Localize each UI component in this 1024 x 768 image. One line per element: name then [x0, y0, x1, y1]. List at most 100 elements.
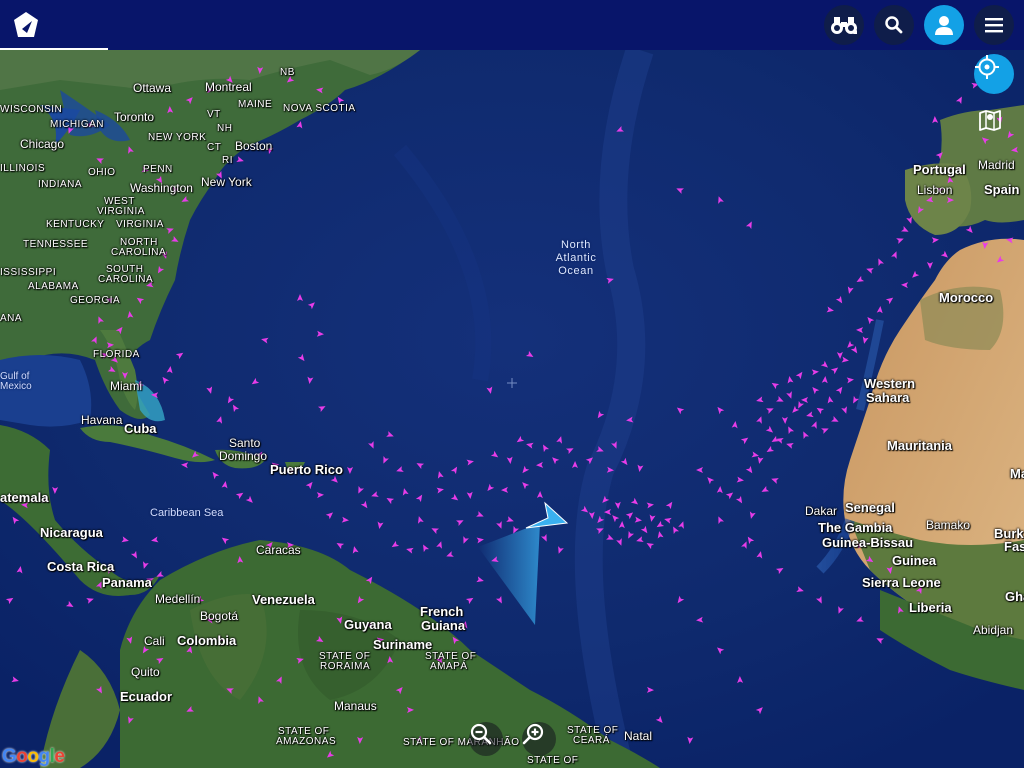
label-ri: RI: [222, 155, 233, 166]
label-manaus: Manaus: [334, 699, 377, 713]
label-nb: NB: [280, 67, 295, 78]
label-amapa: AMAPÁ: [430, 661, 468, 672]
binoculars-icon: [831, 17, 857, 34]
label-guiana: Guiana: [421, 618, 466, 633]
label-new-york: New York: [201, 175, 252, 189]
label-cuba: Cuba: [124, 421, 157, 436]
label-mississippi: ISSISSIPPI: [0, 267, 57, 278]
menu-button[interactable]: [974, 5, 1014, 45]
map-layers-icon: [979, 110, 1001, 131]
label-washington: Washington: [130, 181, 193, 195]
label-georgia: GEORGIA: [70, 295, 121, 306]
zoom-out-button[interactable]: [469, 722, 503, 756]
label-portugal: Portugal: [913, 162, 966, 177]
label-colombia: Colombia: [177, 633, 237, 648]
label-toronto: Toronto: [114, 110, 155, 124]
label-western: Western: [864, 376, 916, 391]
label-lisbon: Lisbon: [917, 183, 953, 197]
label-gulf-of-mexico: Gulf of Mexico: [0, 371, 32, 392]
label-dakar: Dakar: [805, 504, 838, 518]
search-icon: [885, 16, 903, 34]
label-spain: Spain: [984, 182, 1020, 197]
label-puerto-rico: Puerto Rico: [270, 462, 343, 477]
label-penn: PENN: [143, 164, 173, 175]
binoculars-button[interactable]: [824, 5, 864, 45]
label-florida: FLORIDA: [93, 349, 140, 360]
label-medellin: Medellín: [155, 592, 201, 606]
label-french: French: [420, 604, 464, 619]
label-sahara: Sahara: [866, 390, 910, 405]
label-wisconsin: WISCONSIN: [0, 104, 63, 115]
map-canvas: [0, 50, 1024, 768]
google-attribution-logo: Google: [2, 746, 65, 767]
label-nh: NH: [217, 123, 233, 134]
label-liberia: Liberia: [909, 600, 952, 615]
zoom-out-icon: [470, 723, 492, 745]
top-bar: [0, 0, 1024, 50]
label-ma: Ma: [1010, 466, 1024, 481]
label-guinea-bissau: Guinea-Bissau: [822, 535, 914, 550]
label-natal: Natal: [624, 729, 653, 743]
label-new-york-state: NEW YORK: [148, 132, 207, 143]
label-miami: Miami: [110, 379, 142, 393]
label-the-gambia: The Gambia: [818, 520, 893, 535]
label-indiana: INDIANA: [38, 179, 83, 190]
label-carolina-north: CAROLINA: [111, 247, 167, 258]
label-michigan: MICHIGAN: [50, 119, 104, 130]
label-panama: Panama: [102, 575, 152, 590]
label-faso: Fas: [1004, 539, 1024, 554]
label-alabama: ALABAMA: [28, 281, 79, 292]
label-kentucky: KENTUCKY: [46, 219, 105, 230]
label-mauritania: Mauritania: [887, 438, 953, 453]
label-nova-scotia: NOVA SCOTIA: [283, 103, 356, 114]
user-icon: [935, 16, 953, 35]
label-virginia: VIRGINIA: [116, 219, 164, 230]
label-illinois: ILLINOIS: [0, 163, 46, 174]
label-morocco: Morocco: [939, 290, 994, 305]
label-caracas: Caracas: [256, 543, 301, 557]
label-madrid: Madrid: [978, 158, 1015, 172]
label-sierra-leone: Sierra Leone: [862, 575, 941, 590]
label-virginia-west: VIRGINIA: [97, 206, 145, 217]
label-ana: ANA: [0, 313, 23, 324]
app-logo-icon[interactable]: [10, 9, 42, 41]
label-ct: CT: [207, 142, 222, 153]
label-costa-rica: Costa Rica: [47, 559, 115, 574]
hamburger-icon: [985, 18, 1003, 33]
label-boston: Boston: [235, 139, 273, 153]
profile-button[interactable]: [924, 5, 964, 45]
label-vt: VT: [207, 109, 221, 120]
search-button[interactable]: [874, 5, 914, 45]
label-quito: Quito: [131, 665, 160, 679]
label-abidjan: Abidjan: [973, 623, 1014, 637]
label-carolina-south: CAROLINA: [98, 274, 154, 285]
label-havana: Havana: [81, 413, 123, 427]
label-state-of-bottom: STATE OF: [527, 755, 579, 766]
locate-me-button[interactable]: [974, 54, 1014, 94]
label-gha: Gha: [1005, 589, 1024, 604]
crosshair-locate-icon: [975, 55, 999, 79]
label-chicago: Chicago: [20, 137, 65, 151]
label-tennessee: TENNESSEE: [23, 239, 89, 250]
label-bamako: Bamako: [926, 518, 971, 532]
label-cali: Cali: [144, 634, 165, 648]
label-roraima: RORAIMA: [320, 661, 371, 672]
label-ohio: OHIO: [88, 167, 116, 178]
label-venezuela: Venezuela: [252, 592, 315, 607]
label-suriname: Suriname: [373, 637, 433, 652]
label-montreal: Montreal: [205, 80, 252, 94]
label-amazonas: AMAZONAS: [276, 736, 337, 747]
map-view[interactable]: Ottawa Montreal NB MAINE VT NH NOVA SCOT…: [0, 50, 1024, 768]
label-north-atlantic-ocean: North Atlantic Ocean: [555, 239, 597, 277]
label-maine: MAINE: [238, 99, 273, 110]
map-layers-button[interactable]: [978, 108, 1010, 140]
zoom-in-icon: [522, 723, 544, 745]
label-santo: Santo: [229, 436, 261, 450]
label-domingo: Domingo: [219, 449, 268, 463]
label-ceara: CEARÁ: [573, 735, 610, 746]
label-caribbean-sea: Caribbean Sea: [150, 507, 224, 519]
zoom-in-button[interactable]: [522, 722, 556, 756]
label-guyana: Guyana: [344, 617, 392, 632]
label-senegal: Senegal: [845, 500, 895, 515]
label-nicaragua: Nicaragua: [40, 525, 103, 540]
